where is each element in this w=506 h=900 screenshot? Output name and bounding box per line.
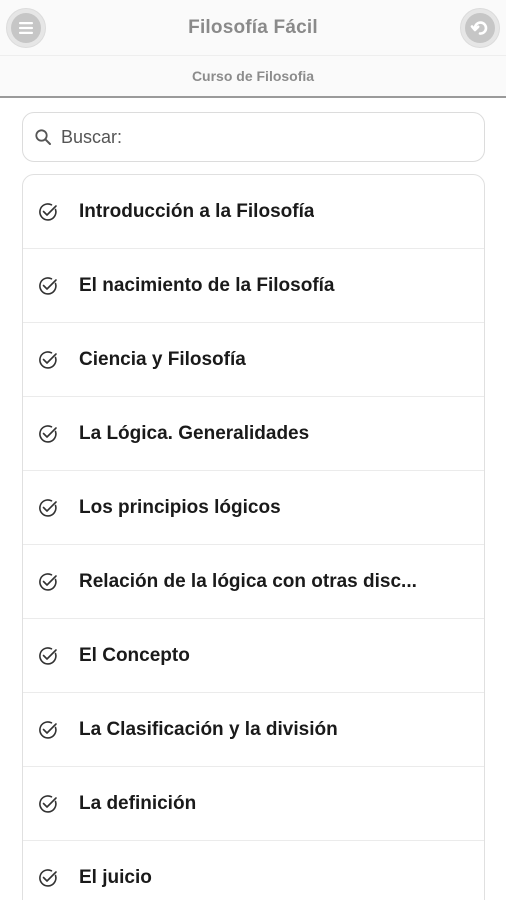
lesson-item[interactable]: El nacimiento de la Filosofía (23, 249, 484, 323)
back-icon (465, 13, 495, 43)
check-circle-icon (37, 201, 59, 223)
lesson-label: Relación de la lógica con otras disc... (79, 570, 417, 592)
lesson-label: Los principios lógicos (79, 496, 281, 518)
lesson-item[interactable]: Los principios lógicos (23, 471, 484, 545)
check-circle-icon (37, 793, 59, 815)
lesson-item[interactable]: La Lógica. Generalidades (23, 397, 484, 471)
lesson-list: Introducción a la Filosofía El nacimient… (22, 174, 485, 900)
check-circle-icon (37, 719, 59, 741)
lesson-item[interactable]: El Concepto (23, 619, 484, 693)
lesson-item[interactable]: La Clasificación y la división (23, 693, 484, 767)
check-circle-icon (37, 349, 59, 371)
check-circle-icon (37, 275, 59, 297)
lesson-label: El juicio (79, 866, 152, 888)
lesson-label: La Lógica. Generalidades (79, 422, 310, 444)
lesson-label: La definición (79, 792, 197, 814)
check-circle-icon (37, 497, 59, 519)
app-title: Filosofía Fácil (188, 16, 318, 38)
lesson-item[interactable]: El juicio (23, 841, 484, 900)
subheader-bar: Curso de Filosofia (0, 56, 506, 98)
back-button[interactable] (460, 8, 500, 48)
app-screen: Filosofía Fácil Curso de Filosofia Busca… (0, 0, 506, 900)
lesson-item[interactable]: Introducción a la Filosofía (23, 175, 484, 249)
lesson-label: Ciencia y Filosofía (79, 348, 246, 370)
lesson-item[interactable]: Ciencia y Filosofía (23, 323, 484, 397)
check-circle-icon (37, 571, 59, 593)
course-title: Curso de Filosofia (191, 68, 315, 84)
search-box[interactable] (22, 112, 485, 162)
menu-icon (11, 13, 41, 43)
lesson-item[interactable]: La definición (23, 767, 484, 841)
lesson-label: La Clasificación y la división (79, 718, 338, 740)
check-circle-icon (37, 867, 59, 889)
lesson-item[interactable]: Relación de la lógica con otras disc... (23, 545, 484, 619)
check-circle-icon (37, 423, 59, 445)
lesson-label: Introducción a la Filosofía (79, 200, 315, 222)
lesson-label: El Concepto (79, 644, 190, 666)
search-icon (33, 127, 53, 147)
header-bar: Filosofía Fácil (0, 0, 506, 56)
menu-button[interactable] (6, 8, 46, 48)
lesson-label: El nacimiento de la Filosofía (79, 274, 335, 296)
search-input[interactable] (59, 125, 459, 149)
check-circle-icon (37, 645, 59, 667)
